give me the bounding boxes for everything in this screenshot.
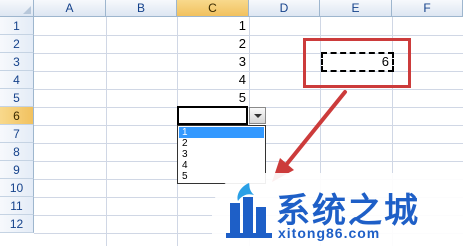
cell-c4[interactable]: 4 <box>177 71 249 89</box>
dropdown-arrow-icon <box>254 114 262 118</box>
cell-c5[interactable]: 5 <box>177 89 249 107</box>
logo-icon <box>226 183 272 238</box>
row-header-1[interactable]: 1 <box>0 17 34 35</box>
active-cell-c6[interactable] <box>177 106 248 125</box>
spreadsheet: A B C D E F 1 2 3 4 5 6 7 8 9 10 11 12 1… <box>0 0 463 246</box>
column-header-b[interactable]: B <box>106 0 177 17</box>
watermark-url: xitong86.com <box>278 225 381 241</box>
dropdown-button[interactable] <box>249 107 266 124</box>
row-header-3[interactable]: 3 <box>0 53 34 71</box>
row-header-12[interactable]: 12 <box>0 215 34 233</box>
cell-c3[interactable]: 3 <box>177 53 249 71</box>
row-header-9[interactable]: 9 <box>0 161 34 179</box>
row-header-7[interactable]: 7 <box>0 125 34 143</box>
dropdown-option-4[interactable]: 4 <box>179 160 264 171</box>
column-header-d[interactable]: D <box>249 0 320 17</box>
row-header-10[interactable]: 10 <box>0 179 34 197</box>
row-header-6[interactable]: 6 <box>0 107 34 125</box>
column-header-c[interactable]: C <box>177 0 249 17</box>
cell-c2[interactable]: 2 <box>177 35 249 53</box>
cell-c1[interactable]: 1 <box>177 17 249 35</box>
column-header-f[interactable]: F <box>392 0 463 17</box>
dropdown-option-1[interactable]: 1 <box>179 127 264 138</box>
grid-line <box>106 17 107 246</box>
row-header-11[interactable]: 11 <box>0 197 34 215</box>
row-header-4[interactable]: 4 <box>0 71 34 89</box>
dropdown-option-3[interactable]: 3 <box>179 149 264 160</box>
select-all-button[interactable] <box>0 0 34 17</box>
annotation-highlight-box <box>303 38 411 88</box>
dropdown-option-2[interactable]: 2 <box>179 138 264 149</box>
row-header-8[interactable]: 8 <box>0 143 34 161</box>
column-header-a[interactable]: A <box>34 0 106 17</box>
column-header-e[interactable]: E <box>320 0 392 17</box>
select-all-triangle-icon <box>23 6 31 14</box>
row-header-5[interactable]: 5 <box>0 89 34 107</box>
row-header-2[interactable]: 2 <box>0 35 34 53</box>
watermark: 系统之城 xitong86.com <box>212 173 463 246</box>
